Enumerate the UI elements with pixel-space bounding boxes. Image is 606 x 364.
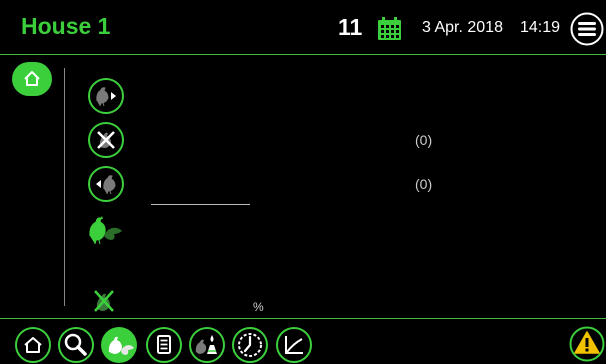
vertical-divider [64,68,65,306]
flock-crossed-icon [94,290,114,312]
footer-divider [0,318,606,319]
tab-report[interactable] [145,326,183,364]
menu-icon [570,12,604,46]
tab-water-feed[interactable] [188,326,226,364]
tab-flock[interactable] [100,326,138,364]
header-divider [0,54,606,55]
tab-home[interactable] [14,326,52,364]
bird-in-button[interactable] [86,164,126,204]
tab-clock[interactable] [231,326,269,364]
alarm-button[interactable] [569,326,605,362]
water-feed-icon [189,327,225,363]
calendar-icon[interactable] [377,16,402,41]
bird-cull-button[interactable] [86,120,126,160]
move-in-value: (0) [415,176,433,192]
home-icon [12,62,52,96]
current-date: 3 Apr. 2018 [422,19,503,36]
cull-value: (0) [415,132,433,148]
alarm-warning-icon [569,326,605,362]
current-time: 14:19 [520,19,561,36]
flock-button[interactable] [86,210,126,250]
flock-icon [101,327,137,363]
tab-search[interactable] [57,326,95,364]
side-home-button[interactable] [12,62,52,96]
report-icon [146,327,182,363]
bird-out-button[interactable] [86,76,126,116]
menu-button[interactable] [570,12,604,46]
bird-out-icon [88,78,124,114]
page-title: House 1 [21,13,111,39]
separator-line [151,204,250,205]
tab-chart[interactable] [275,326,313,364]
clock-icon [232,327,268,363]
search-icon [58,327,94,363]
chart-icon [276,327,312,363]
home-icon [15,327,51,363]
flock-crossed-button[interactable] [86,285,126,325]
percent-unit: % [253,300,264,314]
header: House 1 11 3 Apr. 2018 14:19 [0,0,606,54]
bird-in-icon [88,166,124,202]
flock-icon [89,216,122,245]
day-number: 11 [338,14,363,40]
bird-cull-icon [88,122,124,158]
